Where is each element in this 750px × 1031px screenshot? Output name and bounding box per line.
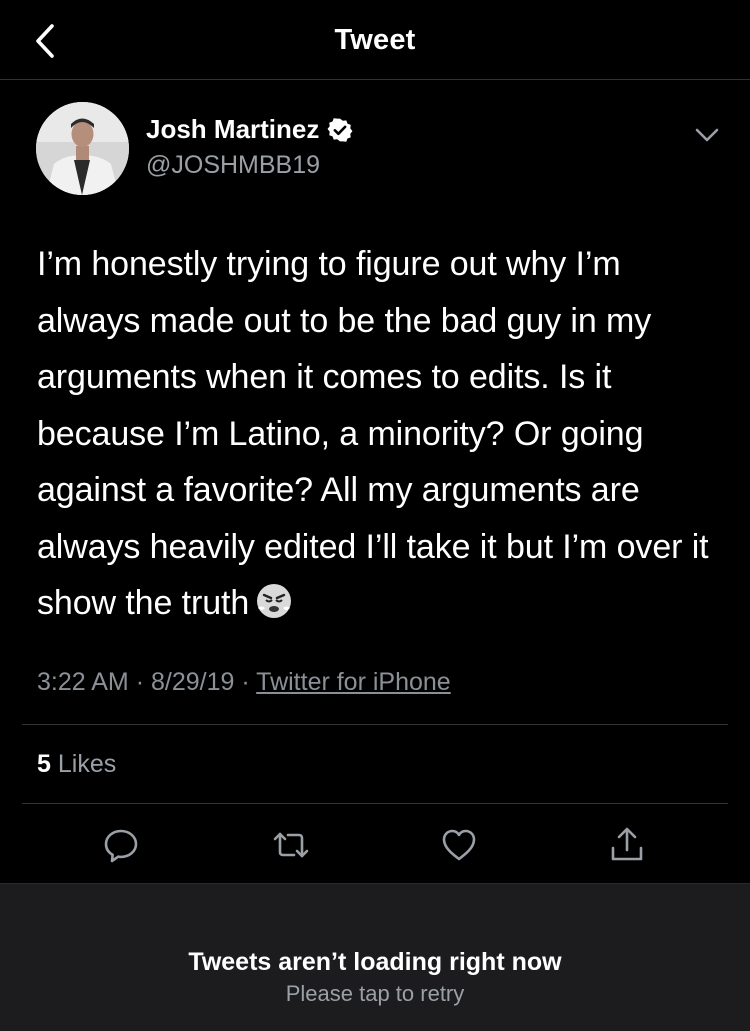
- share-icon[interactable]: [608, 826, 646, 864]
- page-title: Tweet: [334, 24, 416, 56]
- likes-number: 5: [37, 750, 51, 778]
- author-row: Josh Martinez: [146, 114, 353, 145]
- like-icon[interactable]: [440, 826, 478, 864]
- tweet-text: I’m honestly trying to figure out why I’…: [37, 236, 727, 632]
- top-bar: Tweet: [0, 0, 750, 80]
- retweet-icon[interactable]: [272, 826, 310, 864]
- retry-link[interactable]: Please tap to retry: [0, 981, 750, 1007]
- chevron-down-icon[interactable]: [692, 122, 722, 148]
- likes-count[interactable]: 5 Likes: [37, 750, 116, 779]
- error-message: Tweets aren’t loading right now: [188, 948, 562, 976]
- retry-banner[interactable]: Tweets aren’t loading right now Please t…: [0, 883, 750, 1031]
- meta-separator: ·: [135, 668, 145, 696]
- author-name[interactable]: Josh Martinez: [146, 114, 319, 145]
- verified-badge-icon: [327, 117, 353, 142]
- tweet-date: 8/29/19: [150, 668, 235, 696]
- meta-separator: ·: [241, 668, 250, 696]
- tweet-source-link[interactable]: Twitter for iPhone: [256, 668, 451, 696]
- tweet-meta: 3:22 AM · 8/29/19 · Twitter for iPhone: [37, 668, 451, 697]
- likes-label: Likes: [57, 750, 117, 778]
- reply-icon[interactable]: [102, 826, 140, 864]
- tweet-time: 3:22 AM: [37, 668, 129, 696]
- angry-face-emoji-icon: [255, 581, 293, 619]
- author-handle[interactable]: @JOSHMBB19: [146, 151, 320, 180]
- tweet-body: I’m honestly trying to figure out why I’…: [37, 245, 709, 622]
- divider: [22, 803, 728, 804]
- divider: [22, 724, 728, 725]
- avatar[interactable]: [36, 102, 129, 195]
